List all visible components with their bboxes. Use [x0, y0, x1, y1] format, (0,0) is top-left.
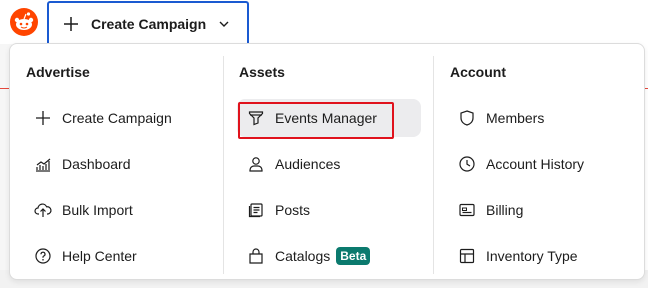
create-campaign-label: Create Campaign — [91, 15, 207, 32]
clock-icon — [458, 155, 476, 173]
create-menu-panel: Advertise Create Campaign Dashboard Bulk… — [9, 43, 645, 280]
account-heading: Account — [450, 64, 506, 80]
account-column: Account Members Account History Billing … — [434, 44, 644, 279]
menu-item-label: Bulk Import — [62, 202, 133, 218]
reddit-logo-icon[interactable] — [8, 6, 40, 38]
beta-badge: Beta — [336, 247, 371, 265]
upload-cloud-icon — [34, 201, 52, 219]
menu-item-audiences[interactable]: Audiences — [237, 145, 421, 183]
menu-item-label: Inventory Type — [486, 248, 578, 264]
bag-icon — [247, 247, 265, 265]
card-icon — [458, 201, 476, 219]
help-circle-icon — [34, 247, 52, 265]
create-campaign-dropdown-button[interactable]: Create Campaign — [47, 1, 249, 44]
menu-item-label: Posts — [275, 202, 311, 218]
shield-icon — [458, 109, 476, 127]
menu-item-catalogs[interactable]: Catalogs Beta — [237, 237, 421, 275]
menu-item-dashboard[interactable]: Dashboard — [24, 145, 208, 183]
menu-item-bulk-import[interactable]: Bulk Import — [24, 191, 208, 229]
menu-item-events-manager[interactable]: Events Manager — [237, 99, 421, 139]
menu-item-label: Dashboard — [62, 156, 131, 172]
funnel-icon — [247, 109, 265, 127]
menu-item-label: Members — [486, 110, 545, 126]
plus-icon — [34, 109, 52, 127]
menu-item-label: Create Campaign — [62, 110, 172, 126]
menu-item-label: Events Manager — [275, 110, 377, 126]
menu-item-label: Account History — [486, 156, 585, 172]
assets-column: Assets Events Manager Audiences Posts Ca… — [223, 44, 433, 279]
menu-item-account-history[interactable]: Account History — [448, 145, 632, 183]
menu-item-posts[interactable]: Posts — [237, 191, 421, 229]
menu-item-help-center[interactable]: Help Center — [24, 237, 208, 275]
menu-item-label: Catalogs — [275, 248, 331, 264]
menu-item-members[interactable]: Members — [448, 99, 632, 137]
menu-item-label: Billing — [486, 202, 524, 218]
menu-item-label: Audiences — [275, 156, 341, 172]
person-icon — [247, 155, 265, 173]
menu-item-inventory-type[interactable]: Inventory Type — [448, 237, 632, 275]
chevron-down-icon — [219, 21, 229, 27]
assets-heading: Assets — [239, 64, 285, 80]
grid-icon — [458, 247, 476, 265]
menu-item-billing[interactable]: Billing — [448, 191, 632, 229]
plus-icon — [64, 16, 78, 31]
advertise-heading: Advertise — [26, 64, 90, 80]
menu-item-create-campaign[interactable]: Create Campaign — [24, 99, 208, 137]
dashboard-chart-icon — [34, 155, 52, 173]
posts-icon — [247, 201, 265, 219]
menu-item-label: Help Center — [62, 248, 137, 264]
advertise-column: Advertise Create Campaign Dashboard Bulk… — [10, 44, 222, 279]
